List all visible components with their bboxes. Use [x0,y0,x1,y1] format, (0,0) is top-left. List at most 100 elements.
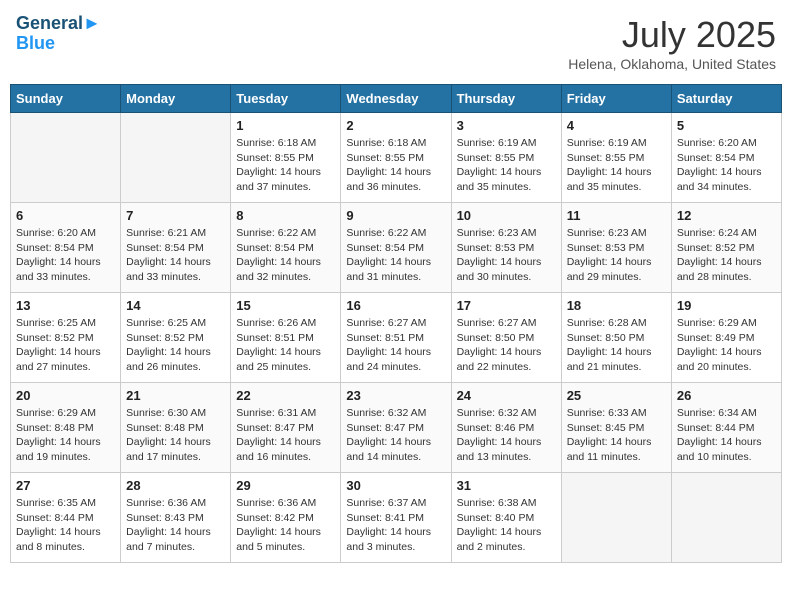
calendar-cell: 26 Sunrise: 6:34 AM Sunset: 8:44 PM Dayli… [671,383,781,473]
calendar-week-row: 1 Sunrise: 6:18 AM Sunset: 8:55 PM Daylig… [11,113,782,203]
day-number: 21 [126,388,225,403]
cell-info: Sunrise: 6:33 AM Sunset: 8:45 PM Dayligh… [567,406,666,465]
calendar-cell: 9Sunrise: 6:22 AM Sunset: 8:54 PM Daylig… [341,203,451,293]
cell-info: Sunrise: 6:28 AM Sunset: 8:50 PM Dayligh… [567,316,666,375]
cell-info: Sunrise: 6:38 AM Sunset: 8:40 PM Dayligh… [457,496,556,555]
calendar-cell: 31 Sunrise: 6:38 AM Sunset: 8:40 PM Dayli… [451,473,561,563]
logo-blue: Blue [16,34,101,52]
cell-info: Sunrise: 6:23 AM Sunset: 8:53 PM Dayligh… [567,226,666,285]
calendar-cell: 18 Sunrise: 6:28 AM Sunset: 8:50 PM Dayli… [561,293,671,383]
cell-info: Sunrise: 6:24 AM Sunset: 8:52 PM Dayligh… [677,226,776,285]
cell-info: Sunrise: 6:32 AM Sunset: 8:46 PM Dayligh… [457,406,556,465]
calendar-cell: 27 Sunrise: 6:35 AM Sunset: 8:44 PM Dayli… [11,473,121,563]
day-number: 15 [236,298,335,313]
calendar-cell: 1 Sunrise: 6:18 AM Sunset: 8:55 PM Daylig… [231,113,341,203]
day-number: 10 [457,208,556,223]
calendar-cell [121,113,231,203]
cell-info: Sunrise: 6:19 AM Sunset: 8:55 PM Dayligh… [567,136,666,195]
calendar-cell: 30Sunrise: 6:37 AM Sunset: 8:41 PM Dayli… [341,473,451,563]
calendar-cell: 24Sunrise: 6:32 AM Sunset: 8:46 PM Dayli… [451,383,561,473]
calendar-week-row: 27 Sunrise: 6:35 AM Sunset: 8:44 PM Dayli… [11,473,782,563]
day-number: 4 [567,118,666,133]
day-number: 6 [16,208,115,223]
cell-info: Sunrise: 6:21 AM Sunset: 8:54 PM Dayligh… [126,226,225,285]
calendar-cell: 10Sunrise: 6:23 AM Sunset: 8:53 PM Dayli… [451,203,561,293]
cell-info: Sunrise: 6:36 AM Sunset: 8:42 PM Dayligh… [236,496,335,555]
weekday-header: Tuesday [231,85,341,113]
calendar-cell: 22 Sunrise: 6:31 AM Sunset: 8:47 PM Dayli… [231,383,341,473]
calendar-cell [671,473,781,563]
day-number: 20 [16,388,115,403]
calendar-cell: 21 Sunrise: 6:30 AM Sunset: 8:48 PM Dayli… [121,383,231,473]
cell-info: Sunrise: 6:25 AM Sunset: 8:52 PM Dayligh… [126,316,225,375]
weekday-header: Thursday [451,85,561,113]
cell-info: Sunrise: 6:27 AM Sunset: 8:50 PM Dayligh… [457,316,556,375]
month-title: July 2025 [568,14,776,56]
cell-info: Sunrise: 6:31 AM Sunset: 8:47 PM Dayligh… [236,406,335,465]
calendar-cell: 7Sunrise: 6:21 AM Sunset: 8:54 PM Daylig… [121,203,231,293]
logo-text: General► [16,14,101,34]
calendar-cell: 17Sunrise: 6:27 AM Sunset: 8:50 PM Dayli… [451,293,561,383]
day-number: 28 [126,478,225,493]
title-block: July 2025 Helena, Oklahoma, United State… [568,14,776,72]
day-number: 11 [567,208,666,223]
calendar-cell: 3 Sunrise: 6:19 AM Sunset: 8:55 PM Daylig… [451,113,561,203]
cell-info: Sunrise: 6:20 AM Sunset: 8:54 PM Dayligh… [677,136,776,195]
weekday-header: Saturday [671,85,781,113]
cell-info: Sunrise: 6:18 AM Sunset: 8:55 PM Dayligh… [346,136,445,195]
cell-info: Sunrise: 6:27 AM Sunset: 8:51 PM Dayligh… [346,316,445,375]
cell-info: Sunrise: 6:30 AM Sunset: 8:48 PM Dayligh… [126,406,225,465]
day-number: 12 [677,208,776,223]
day-number: 26 [677,388,776,403]
day-number: 25 [567,388,666,403]
calendar-cell: 25 Sunrise: 6:33 AM Sunset: 8:45 PM Dayli… [561,383,671,473]
calendar-cell: 16Sunrise: 6:27 AM Sunset: 8:51 PM Dayli… [341,293,451,383]
cell-info: Sunrise: 6:37 AM Sunset: 8:41 PM Dayligh… [346,496,445,555]
location-text: Helena, Oklahoma, United States [568,56,776,72]
calendar-cell: 19 Sunrise: 6:29 AM Sunset: 8:49 PM Dayli… [671,293,781,383]
cell-info: Sunrise: 6:34 AM Sunset: 8:44 PM Dayligh… [677,406,776,465]
cell-info: Sunrise: 6:32 AM Sunset: 8:47 PM Dayligh… [346,406,445,465]
calendar-cell: 8Sunrise: 6:22 AM Sunset: 8:54 PM Daylig… [231,203,341,293]
day-number: 19 [677,298,776,313]
calendar-cell [561,473,671,563]
calendar-table: SundayMondayTuesdayWednesdayThursdayFrid… [10,84,782,563]
calendar-week-row: 13 Sunrise: 6:25 AM Sunset: 8:52 PM Dayli… [11,293,782,383]
calendar-cell: 29 Sunrise: 6:36 AM Sunset: 8:42 PM Dayli… [231,473,341,563]
cell-info: Sunrise: 6:29 AM Sunset: 8:48 PM Dayligh… [16,406,115,465]
cell-info: Sunrise: 6:18 AM Sunset: 8:55 PM Dayligh… [236,136,335,195]
day-number: 31 [457,478,556,493]
day-number: 2 [346,118,445,133]
day-number: 18 [567,298,666,313]
calendar-cell: 11 Sunrise: 6:23 AM Sunset: 8:53 PM Dayli… [561,203,671,293]
calendar-cell: 6Sunrise: 6:20 AM Sunset: 8:54 PM Daylig… [11,203,121,293]
day-number: 27 [16,478,115,493]
calendar-cell [11,113,121,203]
day-number: 29 [236,478,335,493]
day-number: 8 [236,208,335,223]
page-header: General► Blue July 2025 Helena, Oklahoma… [10,10,782,76]
day-number: 5 [677,118,776,133]
day-number: 22 [236,388,335,403]
calendar-cell: 4 Sunrise: 6:19 AM Sunset: 8:55 PM Daylig… [561,113,671,203]
calendar-cell: 13 Sunrise: 6:25 AM Sunset: 8:52 PM Dayli… [11,293,121,383]
day-number: 3 [457,118,556,133]
cell-info: Sunrise: 6:29 AM Sunset: 8:49 PM Dayligh… [677,316,776,375]
calendar-cell: 15Sunrise: 6:26 AM Sunset: 8:51 PM Dayli… [231,293,341,383]
cell-info: Sunrise: 6:25 AM Sunset: 8:52 PM Dayligh… [16,316,115,375]
day-number: 1 [236,118,335,133]
cell-info: Sunrise: 6:35 AM Sunset: 8:44 PM Dayligh… [16,496,115,555]
logo: General► Blue [16,14,101,52]
day-number: 23 [346,388,445,403]
calendar-cell: 2 Sunrise: 6:18 AM Sunset: 8:55 PM Daylig… [341,113,451,203]
day-number: 13 [16,298,115,313]
calendar-cell: 23 Sunrise: 6:32 AM Sunset: 8:47 PM Dayli… [341,383,451,473]
cell-info: Sunrise: 6:36 AM Sunset: 8:43 PM Dayligh… [126,496,225,555]
calendar-week-row: 20 Sunrise: 6:29 AM Sunset: 8:48 PM Dayli… [11,383,782,473]
weekday-header: Monday [121,85,231,113]
day-number: 9 [346,208,445,223]
weekday-header: Wednesday [341,85,451,113]
weekday-header: Sunday [11,85,121,113]
weekday-header-row: SundayMondayTuesdayWednesdayThursdayFrid… [11,85,782,113]
cell-info: Sunrise: 6:19 AM Sunset: 8:55 PM Dayligh… [457,136,556,195]
